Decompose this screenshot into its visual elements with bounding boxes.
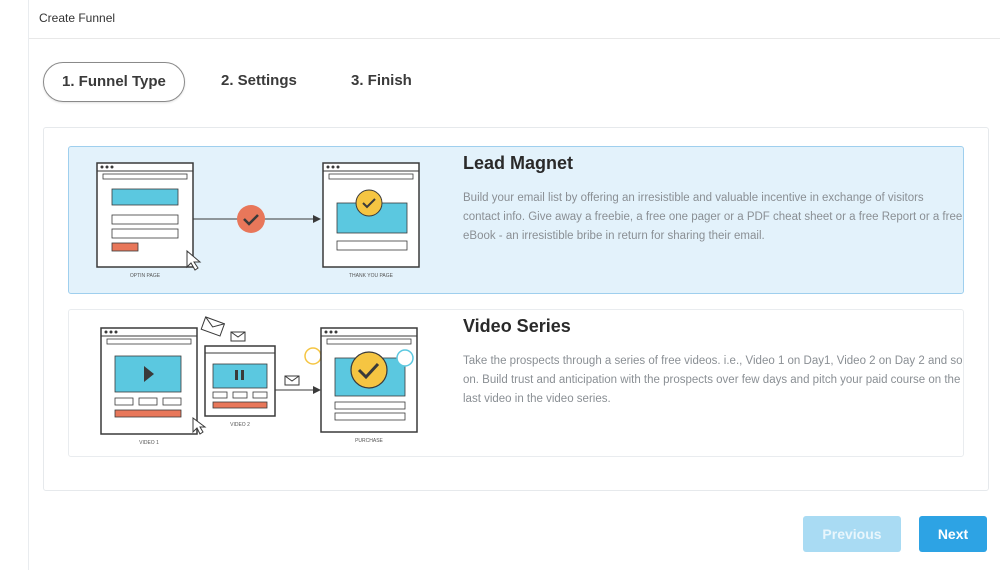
lead-magnet-description: Build your email list by offering an irr… (463, 192, 963, 242)
optin-page-caption: OPTIN PAGE (130, 273, 161, 279)
purchase-page-icon (320, 327, 418, 433)
funnel-card-video-series[interactable]: VIDEO 1 VIDEO 2 PURCHASE Video Series Ta… (68, 309, 964, 457)
video-series-description: Take the prospects through a series of f… (463, 355, 963, 405)
lead-magnet-title: Lead Magnet (463, 153, 574, 173)
thank-you-page-caption: THANK YOU PAGE (349, 273, 394, 279)
step-settings[interactable]: 2. Settings (221, 62, 297, 100)
next-button[interactable]: Next (919, 516, 987, 552)
previous-button[interactable]: Previous (803, 516, 901, 552)
purchase-caption: PURCHASE (355, 438, 383, 444)
video-series-title: Video Series (463, 316, 571, 336)
video-2-icon (204, 345, 276, 417)
video-1-caption: VIDEO 1 (139, 440, 159, 446)
thank-you-page-icon (322, 162, 420, 268)
video-1-icon (100, 327, 207, 435)
check-circle-icon (237, 205, 265, 233)
create-funnel-modal: Create Funnel 1. Funnel Type 2. Settings… (28, 0, 1000, 570)
funnel-type-panel: OPTIN PAGE THANK YOU PAGE Lead Magnet Bu… (43, 127, 989, 491)
funnel-card-lead-magnet[interactable]: OPTIN PAGE THANK YOU PAGE Lead Magnet Bu… (68, 146, 964, 294)
step-finish[interactable]: 3. Finish (351, 62, 412, 100)
video-2-caption: VIDEO 2 (230, 422, 250, 428)
step-funnel-type[interactable]: 1. Funnel Type (43, 62, 185, 102)
dollar-icon (304, 347, 322, 365)
video-series-illustration: VIDEO 1 VIDEO 2 PURCHASE (100, 316, 418, 446)
modal-header: Create Funnel (29, 0, 1000, 39)
lead-magnet-illustration: OPTIN PAGE THANK YOU PAGE (96, 162, 420, 279)
optin-page-icon (96, 162, 202, 271)
modal-title: Create Funnel (39, 11, 116, 25)
